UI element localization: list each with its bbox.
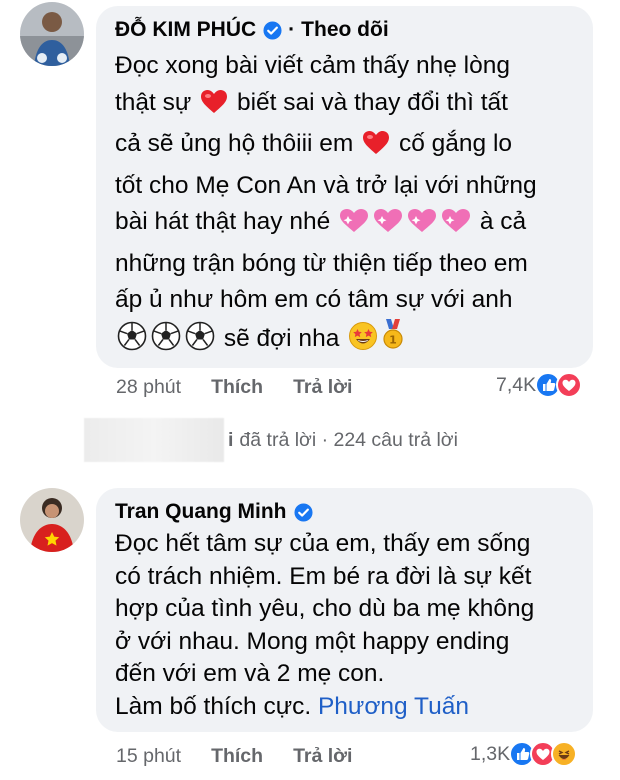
reaction-count: 1,3K <box>470 742 511 765</box>
soccer-ball-emoji <box>151 321 181 363</box>
text-line: à cả <box>479 208 527 235</box>
avatar-image <box>20 488 84 552</box>
comment-time[interactable]: 28 phút <box>116 376 181 399</box>
star-struck-emoji <box>348 321 378 363</box>
text-line: Làm bố thích cực. <box>115 692 312 720</box>
comment-actions-2: 15 phút Thích Trả lời <box>116 745 352 768</box>
verified-badge-icon <box>263 20 282 40</box>
text-line: đến với em và 2 mẹ con. <box>115 660 385 687</box>
reaction-summary-2[interactable]: 1,3K <box>470 741 578 767</box>
pink-heart-emoji <box>441 208 471 246</box>
text-line: hợp của tình yêu, cho dù ba mẹ không <box>115 595 535 622</box>
text-line: cố gắng lo <box>398 130 513 157</box>
haha-reaction-icon <box>551 741 578 767</box>
like-button[interactable]: Thích <box>211 745 263 768</box>
red-heart-emoji <box>200 89 228 127</box>
reaction-summary-1[interactable]: 7,4K <box>496 372 583 398</box>
comment-time[interactable]: 15 phút <box>116 745 181 768</box>
soccer-ball-emoji <box>185 321 215 363</box>
pink-heart-emoji <box>373 208 403 246</box>
replies-summary: đã trả lời · 224 câu trả lời <box>239 428 458 451</box>
love-reaction-icon <box>556 372 583 398</box>
blurred-replier-name <box>84 418 224 462</box>
avatar-do-kim-phuc[interactable] <box>20 2 84 66</box>
author-name[interactable]: Tran Quang Minh <box>115 500 287 524</box>
text-line: ở với nhau. Mong một happy ending <box>115 627 510 655</box>
comment-bubble-1: ĐỖ KIM PHÚC · Theo dõi Đọc xong bài viết… <box>96 6 593 368</box>
separator-dot: · <box>288 18 296 41</box>
comment-header: Tran Quang Minh <box>115 500 575 524</box>
red-heart-emoji <box>362 130 390 168</box>
avatar-image <box>20 2 84 66</box>
soccer-ball-emoji <box>117 321 147 363</box>
text-line: Đọc hết tâm sự của em, thấy em sống <box>115 530 531 557</box>
replier-name: i <box>228 428 234 451</box>
verified-badge-icon <box>293 502 313 522</box>
text-line: biết sai và thay đổi thì tất <box>236 88 508 116</box>
mention-link[interactable]: Phương Tuấn <box>318 693 469 720</box>
reply-button[interactable]: Trả lời <box>293 376 352 399</box>
text-line: cả sẽ ủng hộ thôiii em <box>115 130 354 157</box>
comment-header: ĐỖ KIM PHÚC · Theo dõi <box>115 18 575 42</box>
reaction-count: 7,4K <box>496 373 537 396</box>
follow-button[interactable]: Theo dõi <box>301 18 389 42</box>
svg-text:1: 1 <box>389 333 397 346</box>
like-button[interactable]: Thích <box>211 376 263 399</box>
text-line: tốt cho Mẹ Con An và trở lại với những <box>115 171 537 199</box>
pink-heart-emoji <box>339 208 369 246</box>
avatar-tran-quang-minh[interactable] <box>20 488 84 552</box>
text-line: có trách nhiệm. Em bé ra đời là sự kết <box>115 562 532 590</box>
text-line: Đọc xong bài viết cảm thấy nhẹ lòng <box>115 52 510 79</box>
text-line: thật sự <box>115 88 192 116</box>
comment-text: Đọc hết tâm sự của em, thấy em sống có t… <box>115 528 575 723</box>
comment-actions-1: 28 phút Thích Trả lời <box>116 376 352 399</box>
medal-emoji: 1 <box>382 318 404 363</box>
text-line: những trận bóng từ thiện tiếp theo em <box>115 249 528 277</box>
comment-bubble-2: Tran Quang Minh Đọc hết tâm sự của em, t… <box>96 488 593 732</box>
text-line: sẽ đợi nha <box>223 324 340 352</box>
comment-text: Đọc xong bài viết cảm thấy nhẹ lòng thật… <box>115 48 575 362</box>
view-replies-link[interactable]: i đã trả lời · 224 câu trả lời <box>84 418 458 462</box>
text-line: bài hát thật hay nhé <box>115 208 331 235</box>
pink-heart-emoji <box>407 208 437 246</box>
author-name[interactable]: ĐỖ KIM PHÚC <box>115 18 256 42</box>
reply-button[interactable]: Trả lời <box>293 745 352 768</box>
text-line: ấp ủ như hôm em có tâm sự với anh <box>115 286 513 313</box>
